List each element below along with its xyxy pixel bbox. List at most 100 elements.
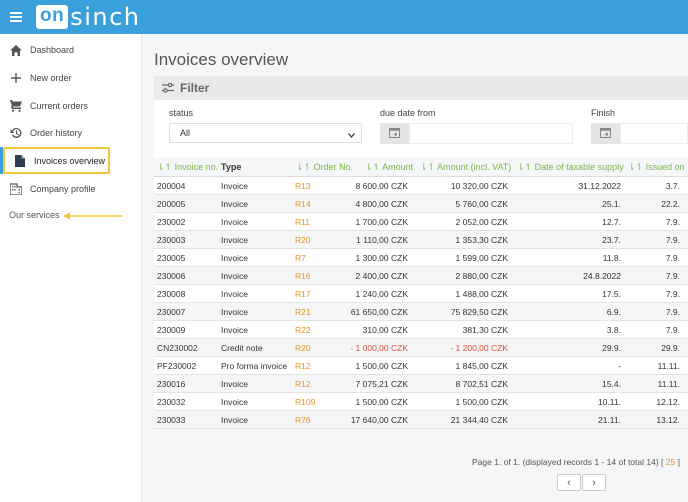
cell-order[interactable]: R21 xyxy=(295,307,311,317)
sidebar-item-current-orders[interactable]: Current orders xyxy=(0,94,142,118)
cell-taxable: 11.8. xyxy=(602,253,621,263)
column-header-amount[interactable]: ⇂↿ Amount xyxy=(365,162,413,173)
cell-amount: 2 400,00 CZK xyxy=(355,271,408,281)
cell-vat: 5 760,00 CZK xyxy=(455,199,508,209)
cell-order[interactable]: R14 xyxy=(295,199,311,209)
cell-type: Invoice xyxy=(221,199,248,209)
due-date-label: due date from xyxy=(380,108,436,118)
cell-vat: 8 702,51 CZK xyxy=(455,379,508,389)
table-row[interactable]: 230032 Invoice R109 1 500,00 CZK 1 500,00 CZ… xyxy=(154,393,688,411)
sliders-icon xyxy=(162,83,174,93)
cell-order[interactable]: R12 xyxy=(295,379,311,389)
status-select[interactable]: All xyxy=(169,123,362,143)
column-header-order-no[interactable]: ⇂↿ Order No. xyxy=(296,162,353,173)
sidebar-item-invoices-overview[interactable]: Invoices overview xyxy=(0,147,110,174)
table-row[interactable]: 230016 Invoice R12 7 075,21 CZK 8 702,51 CZK… xyxy=(154,375,688,393)
cell-order[interactable]: R17 xyxy=(295,289,311,299)
table-row[interactable]: 200005 Invoice R14 4 800,00 CZK 5 760,00 CZK… xyxy=(154,195,688,213)
cell-issued: 7.9. xyxy=(665,217,680,227)
table-row[interactable]: 230003 Invoice R20 1 110,00 CZK 1 353,30 CZK… xyxy=(154,231,688,249)
cell-type: Invoice xyxy=(221,235,248,245)
calendar-icon xyxy=(600,125,611,143)
chevron-left-icon: ‹ xyxy=(567,476,571,489)
due-date-input[interactable] xyxy=(409,123,573,144)
sidebar-item-dashboard[interactable]: Dashboard xyxy=(0,38,142,62)
sidebar-item-company-profile[interactable]: Company profile xyxy=(0,177,142,201)
cell-issued: 7.9. xyxy=(665,325,680,335)
prev-page-button[interactable]: ‹ xyxy=(557,474,581,491)
table-row[interactable]: 230005 Invoice R7 1 300,00 CZK 1 599,00 CZK 1… xyxy=(154,249,688,267)
table-row[interactable]: 230002 Invoice R11 1 700,00 CZK 2 052,00 CZK… xyxy=(154,213,688,231)
finish-calendar-button[interactable] xyxy=(591,123,620,144)
column-header-type: Type xyxy=(221,162,242,172)
cell-amount: 8 600,00 CZK xyxy=(355,181,408,191)
logo-text: sinch xyxy=(70,3,141,31)
cell-type: Credit note xyxy=(221,343,263,353)
cell-order[interactable]: R20 xyxy=(295,235,311,245)
page-size-selector[interactable]: 25 xyxy=(666,457,675,467)
cell-order[interactable]: R7 xyxy=(295,253,306,263)
table-row[interactable]: 230008 Invoice R17 1 240,00 CZK 1 488,00 CZK… xyxy=(154,285,688,303)
sidebar-item-order-history[interactable]: Order history xyxy=(0,121,142,145)
cell-vat: 1 353,30 CZK xyxy=(455,235,508,245)
table-row[interactable]: 230009 Invoice R22 310,00 CZK 381,30 CZK 3.8.… xyxy=(154,321,688,339)
cell-order[interactable]: R11 xyxy=(295,217,310,227)
table-row[interactable]: 230007 Invoice R21 61 650,00 CZK 75 829,50 C… xyxy=(154,303,688,321)
cell-invoice: 230008 xyxy=(157,289,186,299)
cell-type: Invoice xyxy=(221,217,248,227)
cell-taxable: 6.9. xyxy=(606,307,621,317)
cell-issued: 3.7. xyxy=(665,181,680,191)
cell-order[interactable]: R76 xyxy=(295,415,311,425)
table-row[interactable]: CN230002 Credit note R20 - 1 000,00 CZK - 1 … xyxy=(154,339,688,357)
cell-invoice: 230005 xyxy=(157,253,186,263)
menu-button[interactable] xyxy=(0,0,32,34)
cell-order[interactable]: R20 xyxy=(295,343,311,353)
sort-icon: ⇂↿ xyxy=(157,162,175,172)
filter-title: Filter xyxy=(180,81,210,95)
cell-order[interactable]: R109 xyxy=(295,397,315,407)
sidebar-item-label: Dashboard xyxy=(30,45,75,55)
logo[interactable]: on sinch xyxy=(36,3,141,31)
cell-issued: 29.9. xyxy=(661,343,680,353)
cell-invoice: 230009 xyxy=(157,325,186,335)
cell-vat: 1 599,00 CZK xyxy=(455,253,508,263)
cell-vat: 1 488,00 CZK xyxy=(455,289,508,299)
cell-amount: 1 110,00 CZK xyxy=(356,235,408,245)
due-date-calendar-button[interactable] xyxy=(380,123,409,144)
next-page-button[interactable]: › xyxy=(582,474,606,491)
sidebar-item-label: Order history xyxy=(30,128,83,138)
cell-invoice: PF230002 xyxy=(157,361,197,371)
sort-icon: ⇂↿ xyxy=(420,162,438,172)
cell-order[interactable]: R22 xyxy=(295,325,311,335)
cell-vat: 21 344,40 CZK xyxy=(450,415,508,425)
our-services-link[interactable]: Our services xyxy=(9,210,60,220)
cell-type: Invoice xyxy=(221,307,248,317)
filter-header[interactable]: Filter xyxy=(154,76,688,100)
finish-date-input[interactable] xyxy=(620,123,688,144)
cell-taxable: 25.1. xyxy=(602,199,621,209)
table-row[interactable]: 230033 Invoice R76 17 640,00 CZK 21 344,40 C… xyxy=(154,411,688,429)
column-header-invoice-no[interactable]: ⇂↿ Invoice no. xyxy=(157,162,218,173)
table-row[interactable]: PF230002 Pro forma invoice R12 1 500,00 CZK… xyxy=(154,357,688,375)
plus-icon xyxy=(9,71,23,85)
cell-issued: 7.9. xyxy=(665,289,680,299)
cell-order[interactable]: R13 xyxy=(295,181,311,191)
active-indicator xyxy=(0,147,3,174)
building-icon xyxy=(9,182,23,196)
table-row[interactable]: 230006 Invoice R16 2 400,00 CZK 2 880,00 CZK… xyxy=(154,267,688,285)
cell-issued: 7.9. xyxy=(665,307,680,317)
column-header-issued-on[interactable]: ⇂↿ Issued on xyxy=(628,162,685,173)
cell-taxable: 10.11. xyxy=(597,397,621,407)
home-icon xyxy=(9,43,23,57)
cell-amount: 1 700,00 CZK xyxy=(355,217,408,227)
table-header: ⇂↿ Invoice no. Type ⇂↿ Order No. ⇂↿ Amou… xyxy=(154,158,688,177)
table-row[interactable]: 200004 Invoice R13 8 600,00 CZK 10 320,00 CZ… xyxy=(154,177,688,195)
sidebar-item-new-order[interactable]: New order xyxy=(0,66,142,90)
cell-issued: 11.11. xyxy=(657,361,680,371)
cell-issued: 22.2. xyxy=(661,199,680,209)
cell-order[interactable]: R12 xyxy=(295,361,311,371)
cell-order[interactable]: R16 xyxy=(295,271,311,281)
top-bar: on sinch xyxy=(0,0,688,34)
column-header-date-taxable-supply[interactable]: ⇂↿ Date of taxable supply xyxy=(517,162,624,173)
column-header-amount-incl-vat[interactable]: ⇂↿ Amount (incl. VAT) xyxy=(420,162,511,173)
